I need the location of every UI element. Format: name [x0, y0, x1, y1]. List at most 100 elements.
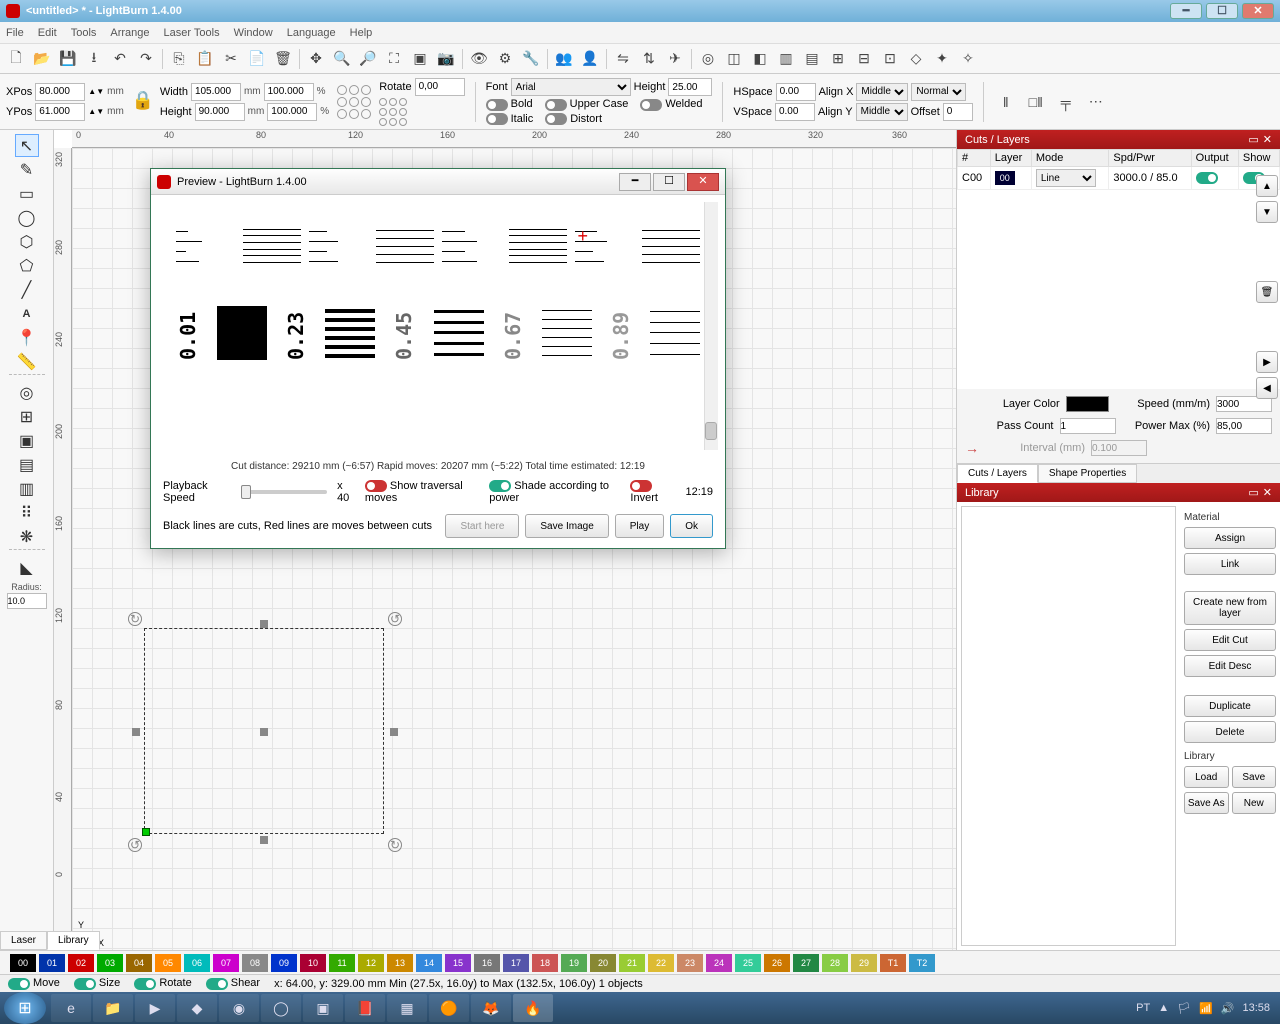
- shear-toggle[interactable]: [206, 978, 228, 990]
- align-10-icon[interactable]: ✦: [930, 47, 954, 71]
- palette-swatch-01[interactable]: 01: [39, 954, 65, 972]
- width-pct-input[interactable]: [264, 83, 314, 101]
- align-8-icon[interactable]: ⊡: [878, 47, 902, 71]
- palette-swatch-23[interactable]: 23: [677, 954, 703, 972]
- menu-edit[interactable]: Edit: [38, 27, 57, 39]
- palette-swatch-17[interactable]: 17: [503, 954, 529, 972]
- align-9-icon[interactable]: ◇: [904, 47, 928, 71]
- palette-swatch-22[interactable]: 22: [648, 954, 674, 972]
- palette-swatch-28[interactable]: 28: [822, 954, 848, 972]
- size-toggle[interactable]: [74, 978, 96, 990]
- save-image-button[interactable]: Save Image: [525, 514, 608, 538]
- select-tool[interactable]: ↖: [15, 134, 39, 157]
- palette-swatch-07[interactable]: 07: [213, 954, 239, 972]
- xpos-input[interactable]: [35, 83, 85, 101]
- tb-lightburn-icon[interactable]: 🔥: [513, 994, 553, 1022]
- move-toggle[interactable]: [8, 978, 30, 990]
- boolean3-tool[interactable]: ▥: [15, 477, 39, 500]
- tb-pdf-icon[interactable]: 📕: [345, 994, 385, 1022]
- palette-swatch-19[interactable]: 19: [561, 954, 587, 972]
- layer-left-button[interactable]: ◀: [1256, 377, 1278, 399]
- align-1-icon[interactable]: ◎: [696, 47, 720, 71]
- layer-chip[interactable]: 00: [995, 171, 1015, 185]
- alignx-select[interactable]: Middle: [856, 83, 908, 101]
- ok-button[interactable]: Ok: [670, 514, 713, 538]
- hspace-input[interactable]: [776, 83, 816, 101]
- lib-undock-icon[interactable]: ▭: [1248, 486, 1258, 499]
- traversal-toggle[interactable]: [365, 480, 387, 492]
- tray-net-icon[interactable]: 📶: [1199, 1002, 1213, 1015]
- minimize-button[interactable]: ━: [1170, 3, 1202, 19]
- polygon-tool[interactable]: ⬡: [15, 230, 39, 253]
- radius-input[interactable]: [7, 593, 47, 609]
- offset-tool[interactable]: ◎: [15, 381, 39, 404]
- power-input[interactable]: [1216, 418, 1272, 434]
- menu-laser-tools[interactable]: Laser Tools: [164, 27, 220, 39]
- start-button[interactable]: ⊞: [4, 992, 46, 1024]
- frame-icon[interactable]: ▣: [408, 47, 432, 71]
- align-v1-icon[interactable]: ‖: [994, 90, 1018, 114]
- palette-swatch-12[interactable]: 12: [358, 954, 384, 972]
- zoomin-icon[interactable]: 🔍: [330, 47, 354, 71]
- menu-help[interactable]: Help: [350, 27, 373, 39]
- radial-tool[interactable]: ❋: [15, 525, 39, 548]
- path-tool[interactable]: ⬠: [15, 254, 39, 277]
- flip-v-icon[interactable]: ⇅: [637, 47, 661, 71]
- welded-toggle[interactable]: [640, 99, 662, 111]
- save-button[interactable]: Save: [1232, 766, 1277, 788]
- tab-cuts-layers[interactable]: Cuts / Layers: [957, 464, 1038, 483]
- palette-swatch-25[interactable]: 25: [735, 954, 761, 972]
- distort-toggle[interactable]: [545, 113, 567, 125]
- mode-select[interactable]: Line: [1036, 169, 1096, 187]
- tb-app2-icon[interactable]: ▣: [303, 994, 343, 1022]
- palette-swatch-15[interactable]: 15: [445, 954, 471, 972]
- paste-icon[interactable]: 📋: [193, 47, 217, 71]
- palette-swatch-02[interactable]: 02: [68, 954, 94, 972]
- preview-icon[interactable]: 👁: [467, 47, 491, 71]
- edit-desc-button[interactable]: Edit Desc: [1184, 655, 1276, 677]
- zoomfit-icon[interactable]: ⛶: [382, 47, 406, 71]
- fontheight-input[interactable]: [668, 78, 712, 96]
- line-tool[interactable]: ╱: [15, 278, 39, 301]
- width-input[interactable]: [191, 83, 241, 101]
- palette-swatch-00[interactable]: 00: [10, 954, 36, 972]
- preview-scrollbar[interactable]: [704, 202, 718, 450]
- tb-ie-icon[interactable]: e: [51, 994, 91, 1022]
- palette-swatch-14[interactable]: 14: [416, 954, 442, 972]
- layer-down-button[interactable]: ▼: [1256, 201, 1278, 223]
- marker-tool[interactable]: 📍: [15, 326, 39, 349]
- pen-tool[interactable]: ✎: [15, 158, 39, 181]
- lib-close-icon[interactable]: ✕: [1263, 486, 1272, 499]
- layer-color-swatch[interactable]: [1066, 396, 1110, 412]
- handle-left[interactable]: [132, 728, 140, 736]
- italic-toggle[interactable]: [486, 113, 508, 125]
- delete-icon[interactable]: 🗑: [271, 47, 295, 71]
- palette-swatch-18[interactable]: 18: [532, 954, 558, 972]
- palette-swatch-09[interactable]: 09: [271, 954, 297, 972]
- close-button[interactable]: ✕: [1242, 3, 1274, 19]
- height-pct-input[interactable]: [267, 103, 317, 121]
- palette-swatch-T1[interactable]: T1: [880, 954, 906, 972]
- duplicate-button[interactable]: Duplicate: [1184, 695, 1276, 717]
- palette-swatch-03[interactable]: 03: [97, 954, 123, 972]
- interval-input[interactable]: [1091, 440, 1147, 456]
- layer-delete-button[interactable]: 🗑: [1256, 281, 1278, 303]
- aligny-select[interactable]: Middle: [856, 103, 908, 121]
- align-6-icon[interactable]: ⊞: [826, 47, 850, 71]
- rotate-handle-bl[interactable]: ↺: [128, 838, 142, 852]
- align-v2-icon[interactable]: □‖: [1024, 90, 1048, 114]
- ypos-input[interactable]: [35, 103, 85, 121]
- camera-icon[interactable]: 📷: [434, 47, 458, 71]
- boolean2-tool[interactable]: ▤: [15, 453, 39, 476]
- playback-speed-slider[interactable]: [241, 490, 327, 494]
- handle-top[interactable]: [260, 620, 268, 628]
- tray-flag-icon[interactable]: 🏳: [1177, 1002, 1191, 1015]
- panel-close-icon[interactable]: ✕: [1263, 133, 1272, 146]
- invert-toggle[interactable]: [630, 480, 652, 492]
- import-icon[interactable]: ⭳: [82, 47, 106, 71]
- ungroup-icon[interactable]: 👤: [578, 47, 602, 71]
- menu-language[interactable]: Language: [287, 27, 336, 39]
- align-4-icon[interactable]: ▥: [774, 47, 798, 71]
- move-icon[interactable]: ✥: [304, 47, 328, 71]
- palette-swatch-21[interactable]: 21: [619, 954, 645, 972]
